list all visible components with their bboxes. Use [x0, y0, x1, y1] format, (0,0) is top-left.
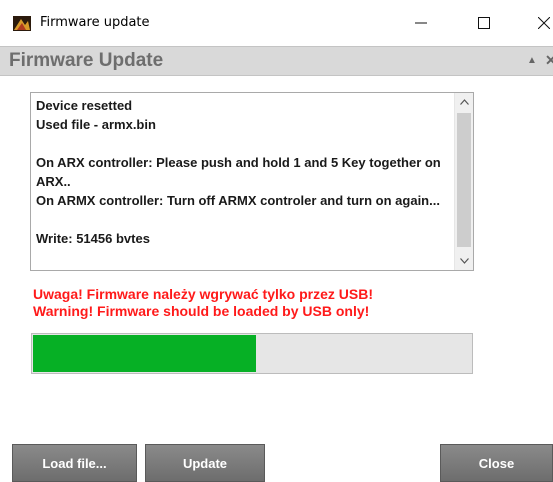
minimize-button[interactable]	[398, 8, 444, 38]
firmware-update-window: Firmware update Firmware Update ▲ ✕ Devi…	[0, 0, 553, 482]
close-icon	[538, 17, 550, 29]
title-bar[interactable]: Firmware update	[0, 0, 553, 46]
update-button[interactable]: Update	[145, 444, 265, 482]
chevron-down-icon	[459, 258, 469, 264]
load-file-button[interactable]: Load file...	[12, 444, 137, 482]
log-textbox[interactable]: Device resetted Used file - armx.bin On …	[30, 92, 474, 271]
vertical-scrollbar[interactable]	[454, 93, 473, 270]
chevron-up-icon	[459, 99, 469, 105]
log-line: On ARMX controller: Turn off ARMX contro…	[36, 193, 440, 208]
triangle-up-icon[interactable]: ▲	[527, 55, 537, 66]
progress-bar	[31, 333, 473, 374]
warning-line-english: Warning! Firmware should be loaded by US…	[33, 303, 370, 319]
maximize-icon	[478, 17, 490, 29]
page-title: Firmware Update	[9, 50, 164, 71]
progress-fill	[33, 335, 256, 372]
app-icon	[13, 16, 31, 31]
maximize-button[interactable]	[461, 8, 507, 38]
window-title: Firmware update	[40, 15, 150, 30]
close-button[interactable]: Close	[440, 444, 553, 482]
log-line: Write: 51456 bvtes	[36, 231, 150, 246]
warning-line-polish: Uwaga! Firmware należy wgrywać tylko prz…	[33, 286, 373, 302]
log-line: Device resetted	[36, 98, 133, 113]
log-lines: Device resetted Used file - armx.bin On …	[36, 96, 454, 248]
minimize-icon	[415, 22, 427, 24]
close-icon[interactable]: ✕	[545, 52, 553, 69]
dialog-header: Firmware Update ▲ ✕	[0, 46, 553, 76]
window-close-button[interactable]	[521, 8, 553, 38]
scroll-down-button[interactable]	[455, 252, 473, 270]
log-line: On ARX controller: Please push and hold …	[36, 155, 444, 189]
scroll-thumb[interactable]	[457, 113, 471, 247]
usb-warning: Uwaga! Firmware należy wgrywać tylko prz…	[33, 286, 373, 320]
log-line: Used file - armx.bin	[36, 117, 156, 132]
scroll-up-button[interactable]	[455, 93, 473, 111]
